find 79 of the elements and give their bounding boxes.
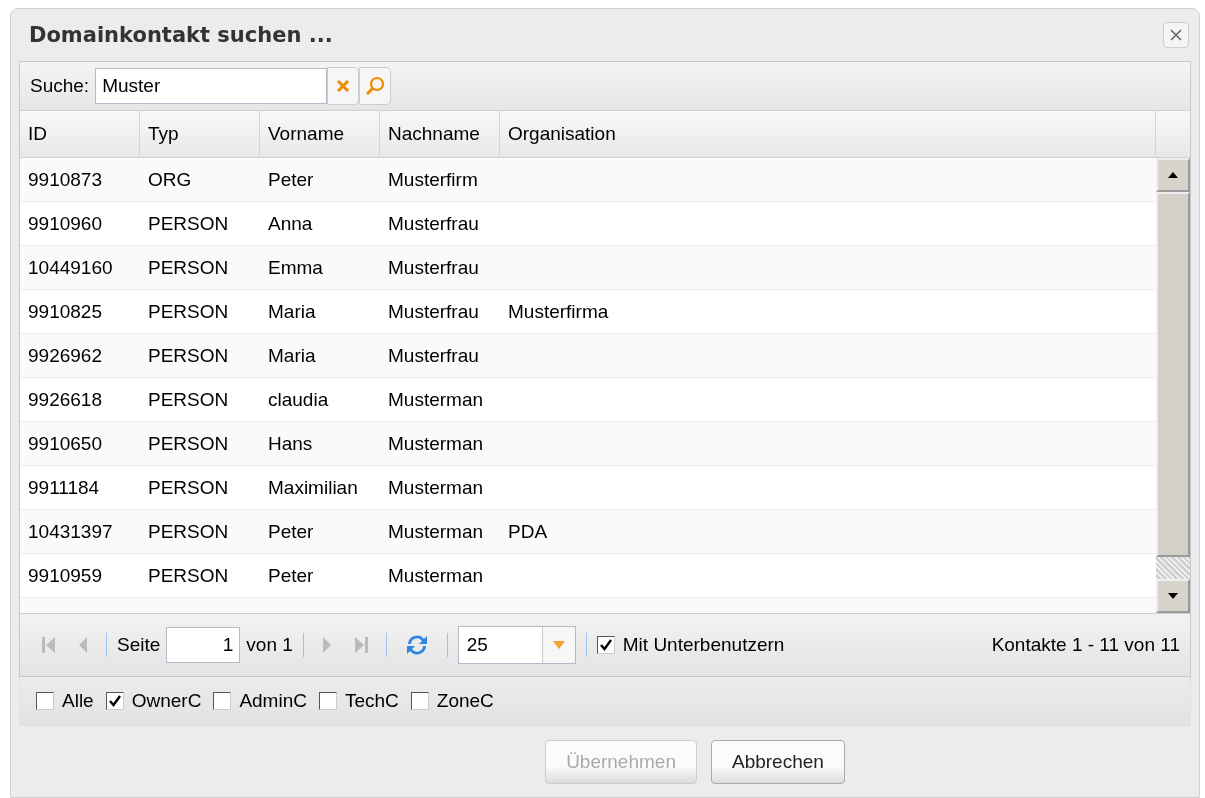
table-cell: 9910825	[28, 300, 102, 323]
checkbox[interactable]	[105, 692, 124, 710]
checkbox-label: OwnerC	[131, 690, 202, 712]
page-label: Seite	[117, 634, 161, 656]
table-cell: Musterman	[388, 564, 484, 587]
table-cell: Musterman	[388, 520, 484, 543]
page-size-dropdown[interactable]: 25	[457, 626, 576, 664]
checkbox-label: Mit Unterbenutzern	[622, 634, 785, 656]
table-cell: Maria	[268, 300, 316, 323]
checkbox[interactable]	[318, 692, 337, 710]
table-cell: Musterfirma	[508, 300, 609, 323]
table-cell: ORG	[148, 168, 192, 191]
scrollbar[interactable]	[1156, 158, 1190, 613]
table-cell: Musterfrau	[388, 256, 479, 279]
table-cell: 9910650	[28, 432, 102, 455]
table-cell: 9910873	[28, 168, 102, 191]
table-cell: Musterman	[388, 476, 484, 499]
up-arrow-icon	[1167, 171, 1179, 179]
table-cell: PERSON	[148, 256, 229, 279]
table-cell: PERSON	[148, 388, 229, 411]
down-arrow-icon	[1167, 592, 1179, 600]
table-cell: Anna	[268, 212, 313, 235]
checkbox[interactable]	[596, 636, 615, 654]
checkbox[interactable]	[213, 692, 232, 710]
first-page-icon[interactable]	[40, 635, 58, 655]
table-cell: PERSON	[148, 212, 229, 235]
column-header[interactable]: Organisation	[500, 111, 1156, 157]
result-summary: Kontakte 1 - 11 von 11	[991, 634, 1180, 656]
window-title: Domainkontakt suchen ...	[29, 23, 333, 47]
table-cell: Musterfirm	[388, 168, 478, 191]
checkbox-label: AdminC	[239, 690, 307, 712]
table-cell: Musterfrau	[388, 212, 479, 235]
caret-icon	[552, 641, 565, 649]
table-cell: PERSON	[148, 564, 229, 587]
table-cell: PERSON	[148, 300, 229, 323]
table-cell: Musterfrau	[388, 344, 479, 367]
table-cell: PERSON	[148, 432, 229, 455]
table-cell: 10431397	[28, 520, 113, 543]
checkbox-label: TechC	[344, 690, 399, 712]
table-cell: PERSON	[148, 344, 229, 367]
checkbox-label: Alle	[62, 690, 94, 712]
table-cell: claudia	[268, 388, 329, 411]
table-cell: Peter	[268, 168, 314, 191]
table-cell: 9926618	[28, 388, 102, 411]
column-header[interactable]: Typ	[140, 111, 260, 157]
table-cell: Musterfrau	[388, 300, 479, 323]
table-cell: Musterman	[388, 432, 484, 455]
table-cell: Peter	[268, 564, 314, 587]
table-cell: 9911184	[28, 476, 100, 499]
table-cell: Hans	[268, 432, 313, 455]
table-cell: 10449160	[28, 256, 113, 279]
close-button[interactable]	[1163, 22, 1189, 48]
column-header[interactable]: ID	[20, 111, 140, 157]
table-cell: Musterman	[388, 388, 484, 411]
table-cell: Maximilian	[268, 476, 358, 499]
table-cell: PERSON	[148, 476, 229, 499]
table-cell: PDA	[508, 520, 548, 543]
clear-button[interactable]	[327, 67, 360, 105]
search-field[interactable]: Muster	[95, 68, 328, 104]
table-cell: 9910959	[28, 564, 102, 587]
search-icon	[364, 75, 387, 97]
table-cell: Peter	[268, 520, 314, 543]
page-field[interactable]: 1	[166, 627, 241, 663]
checkbox[interactable]	[410, 692, 429, 710]
column-header[interactable]: Vorname	[260, 111, 380, 157]
table-cell: Emma	[268, 256, 323, 279]
clear-icon	[335, 78, 352, 94]
table-cell: Maria	[268, 344, 316, 367]
checkbox-label: ZoneC	[436, 690, 494, 712]
table-cell: 9910960	[28, 212, 102, 235]
column-header[interactable]: Nachname	[380, 111, 500, 157]
table-cell: 9926962	[28, 344, 102, 367]
table-cell: PERSON	[148, 520, 229, 543]
page-count: von 1	[246, 634, 293, 656]
checkbox[interactable]	[36, 692, 54, 710]
close-icon	[1168, 27, 1184, 43]
search-button[interactable]	[359, 67, 392, 105]
search-label: Suche:	[30, 75, 90, 97]
cancel-button[interactable]: Abbrechen	[710, 739, 845, 784]
